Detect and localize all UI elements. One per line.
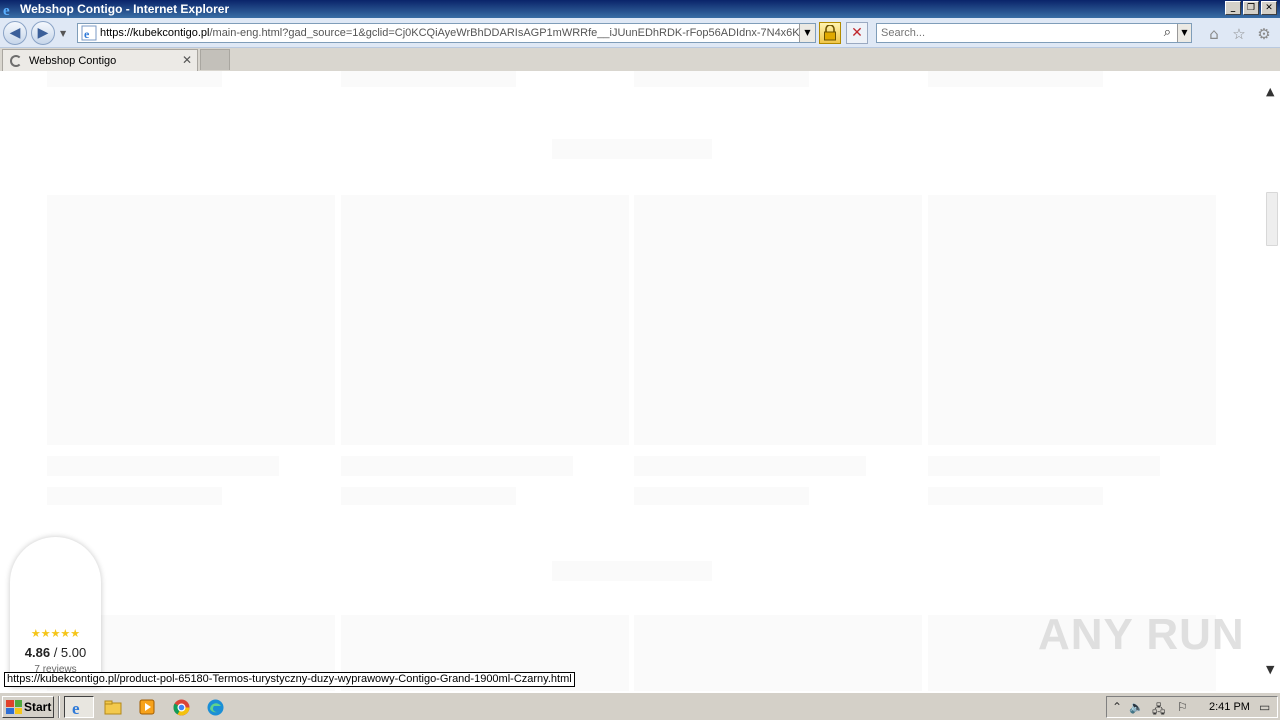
skeleton-line <box>341 71 516 87</box>
svg-text:e: e <box>84 27 90 41</box>
window-title: Webshop Contigo - Internet Explorer <box>20 2 230 16</box>
forward-arrow-icon: ▶ <box>37 25 49 41</box>
windows-flag-icon <box>6 700 22 714</box>
volume-icon[interactable]: 🔈 <box>1129 700 1144 714</box>
media-player-icon <box>139 699 155 715</box>
skeleton-product-image <box>47 195 335 445</box>
folder-icon <box>104 700 122 715</box>
vertical-scrollbar[interactable]: ▲ ▼ <box>1263 71 1280 691</box>
rating-widget[interactable]: ★★★★★ 4.86 / 5.00 7 reviews <box>10 537 101 687</box>
skeleton-line <box>928 71 1103 87</box>
tab-webshop-contigo[interactable]: Webshop Contigo ✕ <box>2 49 198 71</box>
home-icon[interactable]: ⌂ <box>1205 25 1223 43</box>
close-window-button[interactable]: ✕ <box>1261 1 1277 15</box>
tab-bar: Webshop Contigo ✕ <box>0 48 1280 71</box>
action-center-flag-icon[interactable]: ⚐ <box>1177 700 1188 714</box>
taskbar-edge[interactable] <box>200 696 230 718</box>
minimize-button[interactable]: _ <box>1225 1 1241 15</box>
security-lock-button[interactable] <box>819 22 841 44</box>
search-dropdown-icon[interactable]: ▼ <box>1177 24 1191 42</box>
status-link-preview: https://kubekcontigo.pl/product-pol-6518… <box>4 672 575 687</box>
skeleton-product-image <box>928 195 1216 445</box>
skeleton-product-image <box>634 615 922 691</box>
taskbar-file-explorer[interactable] <box>98 696 128 718</box>
lock-icon <box>824 25 836 41</box>
internet-explorer-icon: e <box>72 699 80 716</box>
skeleton-line <box>47 71 222 87</box>
skeleton-section-heading <box>552 139 712 159</box>
favorites-star-icon[interactable]: ☆ <box>1230 25 1248 43</box>
forward-button[interactable]: ▶ <box>31 21 55 45</box>
skeleton-product-name <box>341 456 573 476</box>
url-path: /main-eng.html?gad_source=1&gclid=Cj0KCQ… <box>209 27 815 39</box>
loading-spinner-icon <box>10 54 22 67</box>
stop-x-icon: ✕ <box>851 25 863 41</box>
address-url[interactable]: https://kubekcontigo.pl/main-eng.html?ga… <box>100 27 815 39</box>
skeleton-product-price <box>47 487 222 505</box>
back-arrow-icon: ◀ <box>9 25 21 41</box>
tab-title: Webshop Contigo <box>29 54 117 67</box>
skeleton-product-price <box>341 487 516 505</box>
scroll-up-icon[interactable]: ▲ <box>1266 85 1274 98</box>
scrollbar-thumb[interactable] <box>1266 192 1278 246</box>
search-input[interactable] <box>881 25 1151 41</box>
rating-stars-icon: ★★★★★ <box>30 627 81 640</box>
skeleton-product-image <box>341 195 629 445</box>
search-box[interactable]: ⌕ ▼ <box>876 23 1192 43</box>
tab-close-icon[interactable]: ✕ <box>182 53 192 67</box>
restore-button[interactable]: ❐ <box>1243 1 1259 15</box>
new-tab-button[interactable] <box>200 49 230 70</box>
navigation-bar: ◀ ▶ ▼ e https://kubekcontigo.pl/main-eng… <box>0 18 1280 48</box>
start-label: Start <box>24 700 52 714</box>
rating-value: 4.86 <box>24 645 51 660</box>
edge-icon <box>207 699 223 715</box>
taskbar-chrome[interactable] <box>166 696 196 718</box>
skeleton-product-name <box>928 456 1160 476</box>
settings-gear-icon[interactable]: ⚙ <box>1255 25 1273 43</box>
address-bar[interactable]: e https://kubekcontigo.pl/main-eng.html?… <box>77 23 816 43</box>
url-host: https://kubekcontigo.pl <box>100 27 210 39</box>
page-content <box>0 71 1263 691</box>
system-tray: ⌃ 🔈 🖧 ⚐ 2:41 PM ▭ <box>1106 696 1278 718</box>
skeleton-product-name <box>634 456 866 476</box>
svg-text:e: e <box>72 699 80 716</box>
ie-page-icon: e <box>81 25 97 41</box>
skeleton-section-heading <box>552 561 712 581</box>
ie-logo-icon: e <box>3 3 10 17</box>
taskbar: Start e ⌃ 🔈 🖧 ⚐ 2:41 PM ▭ <box>0 692 1280 720</box>
history-dropdown-icon[interactable]: ▼ <box>60 29 66 38</box>
taskbar-media-player[interactable] <box>132 696 162 718</box>
back-button[interactable]: ◀ <box>3 21 27 45</box>
anyrun-watermark: ANY RUN <box>1038 610 1245 659</box>
skeleton-product-image <box>634 195 922 445</box>
chrome-icon <box>173 699 189 715</box>
skeleton-product-price <box>928 487 1103 505</box>
stop-button[interactable]: ✕ <box>846 22 868 44</box>
rating-max: / 5.00 <box>50 645 87 660</box>
taskbar-separator <box>58 696 60 718</box>
skeleton-product-price <box>634 487 809 505</box>
address-dropdown-icon[interactable]: ▼ <box>799 24 815 42</box>
search-icon[interactable]: ⌕ <box>1164 25 1171 40</box>
title-bar: e Webshop Contigo - Internet Explorer _ … <box>0 0 1280 18</box>
network-icon[interactable]: 🖧 <box>1152 700 1165 721</box>
show-desktop-icon[interactable]: ▭ <box>1259 700 1270 714</box>
skeleton-product-name <box>47 456 279 476</box>
svg-text:e: e <box>3 3 10 17</box>
skeleton-line <box>634 71 809 87</box>
show-hidden-icons-icon[interactable]: ⌃ <box>1112 700 1122 714</box>
clock[interactable]: 2:41 PM <box>1209 701 1250 713</box>
scroll-down-icon[interactable]: ▼ <box>1266 663 1274 676</box>
start-button[interactable]: Start <box>2 696 54 718</box>
rating-score: 4.86 / 5.00 <box>10 645 101 660</box>
taskbar-internet-explorer[interactable]: e <box>64 696 94 718</box>
